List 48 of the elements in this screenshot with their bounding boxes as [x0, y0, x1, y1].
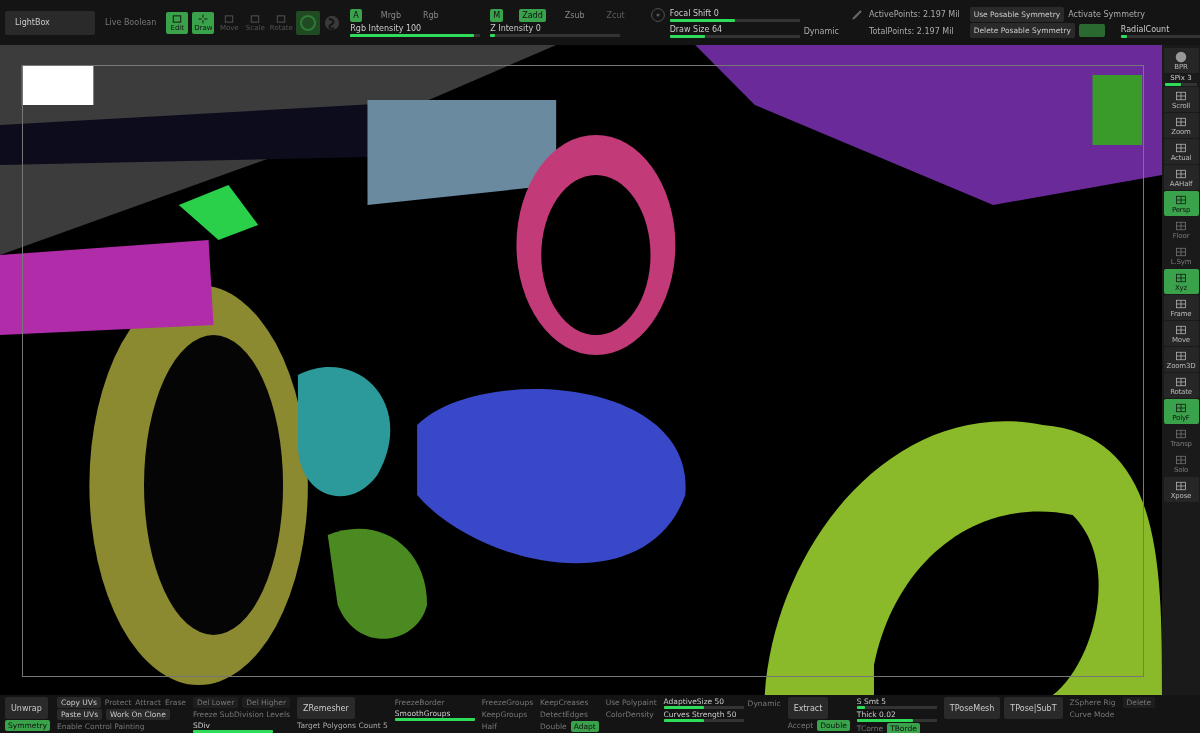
frame-icon	[276, 13, 287, 24]
toolbar-button[interactable]: LightBox	[5, 10, 95, 35]
slider[interactable]: Focal Shift 0	[669, 7, 800, 22]
toolbar-button[interactable]: Unwrap	[5, 697, 48, 719]
grid-icon	[1175, 349, 1187, 362]
toolbar-label: Dynamic	[803, 25, 839, 38]
slider[interactable]: Draw Size 64	[669, 24, 800, 38]
grid-icon	[1175, 323, 1187, 336]
grid-icon	[1175, 245, 1187, 258]
grid-icon	[1175, 193, 1187, 206]
toggle-button[interactable]: Zadd	[519, 8, 546, 22]
toggle-button[interactable]	[1078, 24, 1105, 37]
grid-icon	[1175, 219, 1187, 232]
focal-icon	[649, 6, 666, 23]
grid-icon	[1175, 167, 1187, 180]
sphere-icon[interactable]	[324, 14, 341, 31]
crosshair-icon	[198, 13, 209, 24]
grid-icon	[1175, 297, 1187, 310]
toggle-button[interactable]: Zsub	[561, 8, 588, 22]
toolbar-label: Live Boolean	[105, 17, 157, 29]
grid-icon	[1175, 141, 1187, 154]
toggle-button[interactable]: M	[490, 8, 504, 22]
toolbar-label: Activate Symmetry	[1068, 9, 1145, 21]
grid-icon	[1175, 453, 1187, 466]
grid-icon	[1175, 427, 1187, 440]
toolbar-button[interactable]: ZRemesher	[297, 697, 355, 719]
slider[interactable]: Z Intensity 0	[490, 22, 621, 37]
toolbar-label: ActivePoints: 2.197 Mil	[868, 9, 960, 21]
toolbar-button[interactable]: TPoseMesh	[943, 697, 1001, 719]
frame-icon	[172, 13, 183, 24]
toolbar-label: TotalPoints: 2.197 Mil	[868, 25, 954, 38]
toggle-button[interactable]: Rgb	[420, 8, 442, 22]
grid-icon	[1175, 271, 1187, 284]
grid-icon	[1175, 479, 1187, 492]
toolbar-button[interactable]: Extract	[787, 697, 829, 719]
frame-icon	[224, 13, 235, 24]
toolbar-button[interactable]: TPose|SubT	[1004, 697, 1063, 719]
toggle-button[interactable]: A	[350, 8, 362, 22]
toggle-button[interactable]: Mrgb	[377, 8, 404, 22]
material-icon[interactable]	[296, 10, 321, 35]
slider[interactable]: Rgb Intensity 100	[350, 22, 481, 37]
slider[interactable]: RadialCount	[1120, 23, 1200, 38]
grid-icon	[1175, 115, 1187, 128]
grid-icon	[1175, 375, 1187, 388]
frame-icon	[250, 13, 261, 24]
sphere-icon	[1175, 50, 1187, 63]
grid-icon	[1175, 401, 1187, 414]
grid-icon	[1175, 89, 1187, 102]
